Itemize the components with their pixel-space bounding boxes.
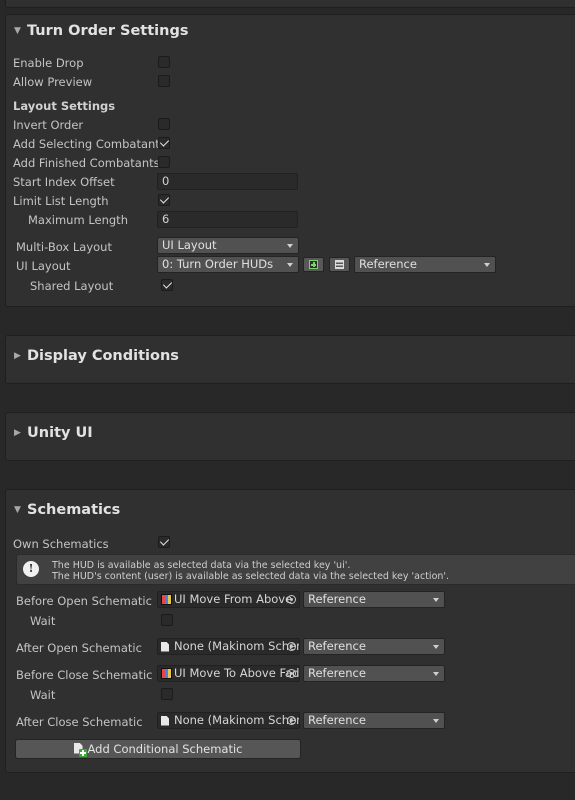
info-icon: ! [23, 561, 39, 577]
section-title: Unity UI [27, 425, 93, 441]
after-open-schematic-label: After Open Schematic [16, 641, 142, 655]
ui-layout-list-button[interactable] [329, 257, 350, 272]
section-title: Turn Order Settings [27, 23, 189, 39]
add-selecting-combatant-label: Add Selecting Combatant [13, 137, 160, 151]
foldout-expanded-icon: ▼ [14, 505, 21, 515]
object-picker-icon[interactable] [287, 595, 296, 604]
add-finished-combatants-checkbox[interactable] [158, 156, 170, 168]
start-index-offset-label: Start Index Offset [13, 175, 115, 189]
allow-preview-checkbox[interactable] [158, 75, 170, 87]
foldout-expanded-icon: ▼ [14, 26, 21, 36]
chevron-down-icon [433, 672, 439, 676]
schematic-icon [161, 668, 172, 679]
button-label: Add Conditional Schematic [87, 742, 243, 756]
chevron-down-icon [287, 244, 293, 248]
before-close-wait-label: Wait [30, 688, 56, 702]
foldout-collapsed-icon: ▶ [14, 351, 21, 361]
dropdown-value: Reference [308, 639, 366, 653]
before-open-wait-label: Wait [30, 614, 56, 628]
dropdown-value: 0: Turn Order HUDs [162, 257, 274, 271]
schematics-panel: ▼ Schematics Own Schematics ! The HUD is… [5, 489, 575, 773]
display-conditions-header[interactable]: ▶ Display Conditions [14, 348, 179, 364]
before-close-mode-dropdown[interactable]: Reference [303, 665, 445, 682]
plus-icon [309, 260, 318, 269]
after-close-mode-dropdown[interactable]: Reference [303, 712, 445, 729]
after-open-mode-dropdown[interactable]: Reference [303, 638, 445, 655]
list-icon [335, 260, 344, 269]
maximum-length-field[interactable]: 6 [157, 211, 298, 228]
enable-drop-label: Enable Drop [13, 56, 84, 70]
ui-layout-mode-dropdown[interactable]: Reference [354, 256, 496, 273]
limit-list-length-checkbox[interactable] [158, 194, 170, 206]
chevron-down-icon [287, 263, 293, 267]
file-icon [161, 641, 169, 652]
help-line-1: The HUD is available as selected data vi… [52, 560, 351, 571]
add-schematic-icon [73, 742, 87, 757]
maximum-length-label: Maximum Length [28, 213, 128, 227]
own-schematics-label: Own Schematics [13, 537, 109, 551]
ui-layout-label: UI Layout [16, 259, 71, 273]
allow-preview-label: Allow Preview [13, 75, 93, 89]
file-icon [161, 715, 169, 726]
after-open-schematic-field[interactable]: None (Makinom Schematic) [157, 638, 300, 655]
own-schematics-checkbox[interactable] [158, 536, 170, 548]
layout-settings-heading: Layout Settings [13, 99, 116, 113]
invert-order-label: Invert Order [13, 118, 84, 132]
before-open-mode-dropdown[interactable]: Reference [303, 591, 445, 608]
foldout-collapsed-icon: ▶ [14, 428, 21, 438]
object-picker-icon[interactable] [287, 669, 296, 678]
enable-drop-checkbox[interactable] [158, 56, 170, 68]
before-close-wait-checkbox[interactable] [161, 688, 173, 700]
chevron-down-icon [433, 719, 439, 723]
before-close-schematic-field[interactable]: UI Move To Above Fade [157, 665, 300, 682]
after-close-schematic-field[interactable]: None (Makinom Schematic) [157, 712, 300, 729]
section-title: Schematics [27, 502, 121, 518]
dropdown-value: UI Layout [162, 238, 217, 252]
section-title: Display Conditions [27, 348, 179, 364]
field-value: None (Makinom Schematic) [174, 713, 299, 727]
dropdown-value: Reference [308, 713, 366, 727]
before-open-schematic-field[interactable]: UI Move From Above [157, 591, 300, 608]
shared-layout-label: Shared Layout [30, 279, 114, 293]
chevron-down-icon [433, 645, 439, 649]
dropdown-value: Reference [359, 257, 417, 271]
unity-ui-header[interactable]: ▶ Unity UI [14, 425, 93, 441]
add-ui-layout-button[interactable] [303, 257, 324, 272]
help-line-2: The HUD's content (user) is available as… [52, 571, 450, 582]
turn-order-settings-header[interactable]: ▼ Turn Order Settings [14, 23, 188, 39]
ui-layout-dropdown[interactable]: 0: Turn Order HUDs [157, 256, 299, 273]
add-selecting-combatant-checkbox[interactable] [158, 137, 170, 149]
field-value: UI Move From Above [174, 592, 293, 606]
help-box: ! The HUD is available as selected data … [16, 554, 575, 585]
field-value: UI Move To Above Fade [174, 666, 300, 680]
field-value: None (Makinom Schematic) [174, 639, 299, 653]
shared-layout-checkbox[interactable] [161, 279, 173, 291]
before-open-wait-checkbox[interactable] [161, 614, 173, 626]
turn-order-settings-panel: ▼ Turn Order Settings Enable Drop Allow … [5, 14, 575, 307]
object-picker-icon[interactable] [287, 716, 296, 725]
add-conditional-schematic-button[interactable]: Add Conditional Schematic [15, 739, 301, 759]
previous-panel [5, 0, 575, 8]
schematic-icon [161, 594, 172, 605]
before-close-schematic-label: Before Close Schematic [16, 668, 153, 682]
display-conditions-panel: ▶ Display Conditions [5, 335, 575, 384]
multi-box-layout-label: Multi-Box Layout [16, 240, 112, 254]
multi-box-layout-dropdown[interactable]: UI Layout [157, 237, 299, 254]
unity-ui-panel: ▶ Unity UI [5, 412, 575, 461]
chevron-down-icon [484, 263, 490, 267]
dropdown-value: Reference [308, 666, 366, 680]
limit-list-length-label: Limit List Length [13, 194, 109, 208]
after-close-schematic-label: After Close Schematic [16, 715, 143, 729]
add-finished-combatants-label: Add Finished Combatants [13, 156, 160, 170]
before-open-schematic-label: Before Open Schematic [16, 594, 152, 608]
start-index-offset-field[interactable]: 0 [157, 173, 298, 190]
schematics-header[interactable]: ▼ Schematics [14, 502, 120, 518]
invert-order-checkbox[interactable] [158, 118, 170, 130]
chevron-down-icon [433, 598, 439, 602]
object-picker-icon[interactable] [287, 642, 296, 651]
dropdown-value: Reference [308, 592, 366, 606]
